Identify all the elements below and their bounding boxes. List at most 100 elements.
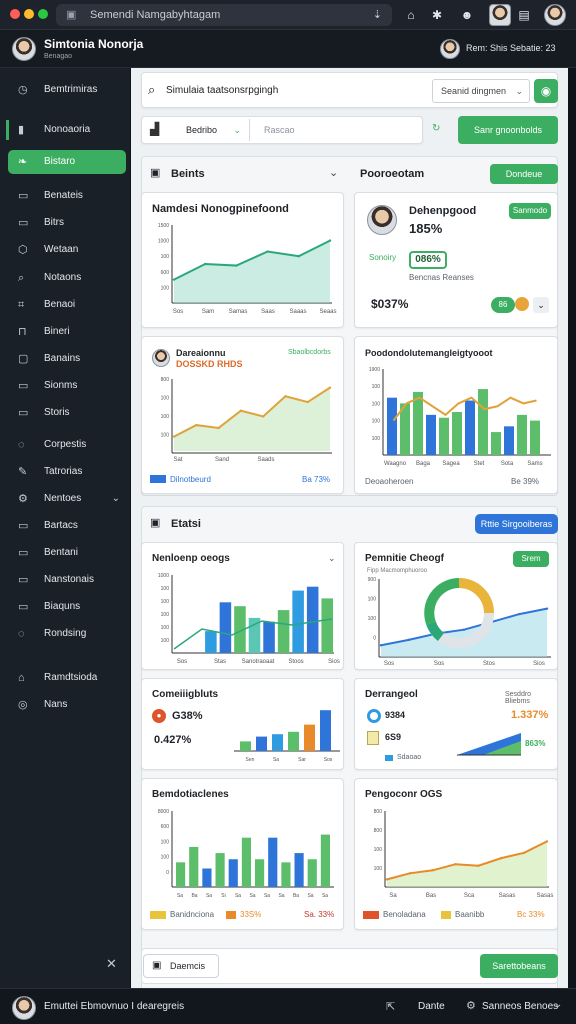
section-left-label: Beints xyxy=(171,168,205,180)
address-bar[interactable]: ▣ Semendi Namgabyhtagam ⇣ xyxy=(56,4,392,26)
sidebar-item-21[interactable]: ⌂ Ramdtsioda xyxy=(8,666,126,690)
cursor-icon[interactable]: ⇱ xyxy=(386,1000,395,1013)
doc-icon: ▭ xyxy=(18,190,29,202)
x-tick-label: Ba xyxy=(191,893,197,899)
card1-chart: 1500 1000 100 600 100 Sos Sam Samas Saas Saaas Sea… xyxy=(158,223,337,315)
x-tick-label: Saaas xyxy=(289,309,306,315)
header-user-avatar[interactable] xyxy=(440,39,460,59)
x-tick-label: Saads xyxy=(257,457,274,463)
bottom-right-button[interactable]: Sarettobeans xyxy=(480,954,558,978)
card8-stat1: 9384 xyxy=(385,710,406,720)
sidebar-item-11[interactable]: ▭ Sionms xyxy=(8,374,126,398)
sidebar-item-4[interactable]: ▭ Benateis xyxy=(8,184,126,208)
bar xyxy=(517,414,527,455)
sidebar-item-22[interactable]: ◎ Nans xyxy=(8,693,126,717)
sidebar-item-19[interactable]: ▭ Biaquns xyxy=(8,595,126,619)
x-tick-label: Sios xyxy=(328,659,340,665)
profile-icon[interactable]: ☻ xyxy=(458,6,476,24)
sidebar-item-label: Bineri xyxy=(44,326,70,337)
chevron-down-icon[interactable]: ⌄ xyxy=(328,553,336,564)
card6-button[interactable]: Srem xyxy=(513,551,549,567)
app-avatar[interactable] xyxy=(12,37,36,61)
maximize-window-icon[interactable] xyxy=(38,9,48,19)
card3-legend: Dilnotbeurd xyxy=(170,475,211,484)
y-tick-label: 100 xyxy=(161,414,170,420)
search-text[interactable]: Simulaia taatsonsrpgingh xyxy=(166,85,278,96)
minimize-window-icon[interactable] xyxy=(24,9,34,19)
sidebar-item-2[interactable]: ▮ Nonoaoria xyxy=(6,118,126,142)
refresh-icon[interactable]: ↻ xyxy=(432,123,440,134)
x-tick-label: Sa xyxy=(278,893,284,899)
home-icon[interactable]: ⌂ xyxy=(402,6,420,24)
account-avatar[interactable] xyxy=(544,4,566,26)
chevron-down-icon[interactable]: ⌄ xyxy=(112,487,120,511)
card2-button[interactable]: Sanmodo xyxy=(509,203,551,219)
sidebar-item-17[interactable]: ▭ Bentani xyxy=(8,541,126,565)
y-tick-label: 1900 xyxy=(369,367,380,373)
sidebar: ◷ Bemtrimiras ▮ Nonoaoria ❧ Bistaro ▭ Benateis ▭… xyxy=(0,68,130,988)
gear-icon: ⚙ xyxy=(18,493,28,505)
y-tick-label: 600 xyxy=(161,824,170,830)
area-fill xyxy=(174,387,330,451)
card1-title: Namdesi Nonogpinefoond xyxy=(152,203,289,215)
sidebar-item-16[interactable]: ▭ Bartacs xyxy=(8,514,126,538)
bottom-right-button-label: Sarettobeans xyxy=(492,961,546,971)
section2-button[interactable]: Rttie Sirgooiberas xyxy=(475,514,558,534)
x-tick-label: Seaas xyxy=(319,309,336,315)
sidebar-item-9[interactable]: ⊓ Bineri xyxy=(8,320,126,344)
sidebar-item-label: Rondsing xyxy=(44,628,87,639)
user-icon: ◎ xyxy=(18,699,28,711)
chevron-down-icon[interactable]: ⌄ xyxy=(329,166,338,179)
tabs-icon[interactable]: ▤ xyxy=(515,6,533,24)
section-right-button[interactable]: Dondeue xyxy=(490,164,558,184)
sidebar-item-20[interactable]: ◌ Rondsing xyxy=(8,622,126,646)
gear-icon[interactable]: ⚙ xyxy=(466,999,476,1012)
card9-legend2: 33S% xyxy=(240,910,262,919)
confirm-button[interactable]: ◉ xyxy=(534,79,558,103)
sidebar-item-15[interactable]: ⚙ Nentoes ⌄ xyxy=(8,487,126,511)
legend-swatch xyxy=(226,911,236,919)
filter-input[interactable]: Rascao xyxy=(264,125,295,135)
collapse-sidebar-icon[interactable]: ✕ xyxy=(106,956,117,972)
footer-title: Emuttei Ebmovnuo I dearegreis xyxy=(44,1001,185,1012)
search-bar: ⌕ Simulaia taatsonsrpgingh Seanid dingme… xyxy=(141,72,558,108)
sidebar-item-1[interactable]: ◷ Bemtrimiras xyxy=(8,78,126,102)
chevron-down-icon[interactable]: ⌄ xyxy=(533,297,549,313)
sidebar-item-10[interactable]: ▢ Banains xyxy=(8,347,126,371)
y-tick-label: 8000 xyxy=(158,809,169,815)
header-menu-text[interactable]: Sebatie: 23 xyxy=(510,43,556,53)
footer-link1[interactable]: Dante xyxy=(418,1001,445,1012)
close-window-icon[interactable] xyxy=(10,9,20,19)
filter-dropdown[interactable]: Bedribo ⌄ xyxy=(176,119,250,141)
sidebar-item-7[interactable]: ⌕ Notaons xyxy=(8,266,126,290)
data-point xyxy=(306,400,309,404)
x-tick-label: Waagno xyxy=(384,461,407,467)
chevron-down-icon[interactable]: ⌄ xyxy=(554,999,562,1010)
sidebar-item-12[interactable]: ▭ Storis xyxy=(8,401,126,425)
bar xyxy=(304,724,315,751)
card2-pill[interactable]: 86 xyxy=(491,297,515,313)
sidebar-item-13[interactable]: ◌ Corpestis xyxy=(8,433,126,457)
sidebar-item-label: Banains xyxy=(44,353,81,364)
x-tick-label: Sand xyxy=(215,457,229,463)
settings-icon[interactable]: ✱ xyxy=(428,6,446,24)
card-metric-bars: Comeiiigbluts ● G38% 0.427% Sen Sa Sar Sos xyxy=(141,678,344,770)
chevron-down-icon: ⌄ xyxy=(233,125,241,135)
sidebar-item-label: Tatrorias xyxy=(44,466,83,477)
footer-link2[interactable]: Sanneos Benoes xyxy=(482,1001,558,1012)
header-user-text[interactable]: Rem: Shis xyxy=(466,43,508,53)
sidebar-item-8[interactable]: ⌗ Benaoi xyxy=(8,293,126,317)
user-avatar[interactable] xyxy=(489,4,511,26)
y-tick-label: 100 xyxy=(368,597,377,603)
sidebar-item-6[interactable]: ⬡ Wetaan xyxy=(8,238,126,262)
card6-title: Pemnitie Cheogf xyxy=(365,553,444,564)
footer-avatar[interactable] xyxy=(12,996,36,1020)
sidebar-item-18[interactable]: ▭ Nanstonais xyxy=(8,568,126,592)
action-button[interactable]: Sanr gnoonbolds xyxy=(458,116,558,144)
sidebar-item-5[interactable]: ▭ Bitrs xyxy=(8,211,126,235)
sidebar-item-3[interactable]: ❧ Bistaro xyxy=(8,150,126,174)
view-select[interactable]: Seanid dingmen ⌄ xyxy=(432,79,530,103)
sidebar-item-14[interactable]: ✎ Tatrorias xyxy=(8,460,126,484)
bottom-left-button[interactable]: ▣ Daemcis xyxy=(143,954,219,978)
download-icon[interactable]: ⇣ xyxy=(373,4,382,26)
